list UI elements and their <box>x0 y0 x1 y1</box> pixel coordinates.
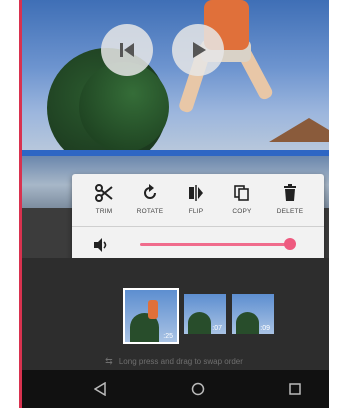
clip-thumbnail[interactable]: :07 <box>184 294 226 334</box>
volume-slider-track[interactable] <box>140 243 290 246</box>
scissors-icon <box>95 184 113 202</box>
phone-screen: TRIM ROTATE FLIP COPY DELETE:25:07:09… <box>19 0 329 408</box>
copy-button[interactable]: COPY <box>222 182 262 215</box>
clip-thumbnail-selected[interactable]: :25 <box>123 288 179 344</box>
volume-slider-thumb[interactable] <box>284 238 296 250</box>
clip-thumbnail[interactable]: :09 <box>232 294 274 334</box>
flip-label: FLIP <box>188 208 204 215</box>
nav-home-button[interactable] <box>191 382 205 401</box>
volume-button[interactable] <box>92 236 110 259</box>
volume-icon <box>94 238 107 252</box>
clip-duration: :07 <box>212 325 222 332</box>
swap-hint-text: Long press and drag to swap order <box>118 357 243 366</box>
back-icon <box>93 381 106 397</box>
home-icon <box>191 382 205 396</box>
swap-icon: ⇆ <box>105 356 113 366</box>
nav-recent-button[interactable] <box>289 382 301 400</box>
play-icon <box>193 42 206 58</box>
clip-list: :25 :07 :09 ⇆ Long press and drag to swa… <box>19 258 329 370</box>
screen-edge <box>19 0 22 408</box>
copy-icon <box>234 185 249 201</box>
delete-label: DELETE <box>276 208 304 215</box>
skip-previous-icon <box>120 43 134 57</box>
panel-divider <box>72 226 324 227</box>
delete-button[interactable]: DELETE <box>270 182 310 215</box>
flip-button[interactable]: FLIP <box>176 182 216 215</box>
clip-duration: :25 <box>163 333 173 340</box>
previous-button[interactable] <box>101 24 153 76</box>
nav-back-button[interactable] <box>93 381 106 401</box>
trim-label: TRIM <box>95 208 113 215</box>
clip-duration: :09 <box>260 325 270 332</box>
rotate-button[interactable]: ROTATE <box>130 182 170 215</box>
recent-apps-icon <box>289 383 301 395</box>
edit-panel: TRIM ROTATE FLIP COPY DELETE <box>72 174 324 266</box>
trim-button[interactable]: TRIM <box>84 182 124 215</box>
play-button[interactable] <box>172 24 224 76</box>
trash-icon <box>284 184 296 201</box>
flip-icon <box>189 185 203 201</box>
swap-hint: ⇆ Long press and drag to swap order <box>19 356 329 367</box>
rotate-label: ROTATE <box>136 208 164 215</box>
video-preview[interactable] <box>19 0 329 150</box>
system-nav-bar <box>19 370 329 408</box>
roof-shape <box>269 118 329 142</box>
copy-label: COPY <box>232 208 252 215</box>
rotate-icon <box>144 184 156 199</box>
